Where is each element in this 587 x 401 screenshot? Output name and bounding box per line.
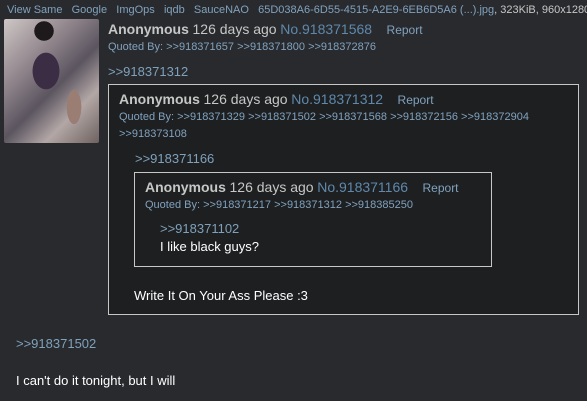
post3-header: Anonymous 126 days ago No.918371166 Repo… [145,179,459,195]
post1-backlink[interactable]: >>918371800 [237,41,305,53]
file-meta: , 323KiB, 960x1280 [494,4,587,16]
post3-quoted-by: Quoted By: >>918371217 >>918371312 >>918… [145,199,413,211]
post3-author: Anonymous [145,179,226,195]
post1-author: Anonymous [108,21,189,37]
post3-date: 126 days ago [229,179,314,195]
post3-message: I like black guys? [160,239,259,254]
post3-backlink[interactable]: >>918371217 [203,199,271,211]
post1-date: 126 days ago [192,21,277,37]
post2-backlink[interactable]: >>918373108 [119,128,187,140]
reply-quote-link[interactable]: >>918371502 [16,336,96,351]
post3-quote-link[interactable]: >>918371102 [160,221,239,236]
post1-quoted-by: Quoted By: >>918371657 >>918371800 >>918… [108,41,376,53]
saucenao-link[interactable]: SauceNAO [194,4,249,16]
view-same-link[interactable]: View Same [7,4,62,16]
post3-report-button[interactable]: Report [423,181,459,195]
nested-quoted-post-box: Anonymous 126 days ago No.918371166 Repo… [134,172,492,267]
post1-report-button[interactable]: Report [387,23,423,37]
post2-quoted-by-cont: >>918373108 [119,128,187,140]
reply-message: I can't do it tonight, but I will [16,373,176,388]
file-info-bar: View Same Google ImgOps iqdb SauceNAO 65… [7,4,587,16]
post3-quoted-label: Quoted By: [145,199,201,211]
post2-quoted-by: Quoted By: >>918371329 >>918371502 >>918… [119,111,529,123]
post3-backlink[interactable]: >>918371312 [274,199,342,211]
file-name-link[interactable]: 65D038A6-6D55-4515-A2E9-6EB6D5A6 (...).j… [258,4,494,16]
post1-backlink[interactable]: >>918372876 [308,41,376,53]
post1-quoted-label: Quoted By: [108,41,164,53]
google-link[interactable]: Google [72,4,107,16]
post2-quote-link[interactable]: >>918371166 [135,151,214,166]
iqdb-link[interactable]: iqdb [164,4,185,16]
post2-backlink[interactable]: >>918372156 [390,111,458,123]
post3-number[interactable]: No.918371166 [317,179,408,195]
imgops-link[interactable]: ImgOps [116,4,155,16]
post2-quoted-label: Quoted By: [119,111,175,123]
post3-backlink[interactable]: >>918385250 [345,199,413,211]
post2-number[interactable]: No.918371312 [291,91,383,107]
post2-backlink[interactable]: >>918371329 [177,111,245,123]
post-thumbnail-image[interactable] [4,19,99,143]
post2-report-button[interactable]: Report [398,93,434,107]
post2-message: Write It On Your Ass Please :3 [134,288,308,303]
post2-backlink[interactable]: >>918371502 [248,111,316,123]
post1-number[interactable]: No.918371568 [280,21,372,37]
post1-quote-link[interactable]: >>918371312 [108,64,188,79]
post2-header: Anonymous 126 days ago No.918371312 Repo… [119,91,434,107]
post1-header: Anonymous 126 days ago No.918371568 Repo… [108,21,423,37]
quoted-post-box: Anonymous 126 days ago No.918371312 Repo… [108,84,579,315]
post1-backlink[interactable]: >>918371657 [166,41,234,53]
post2-backlink[interactable]: >>918371568 [319,111,387,123]
post2-backlink[interactable]: >>918372904 [461,111,529,123]
post2-date: 126 days ago [203,91,288,107]
post2-author: Anonymous [119,91,200,107]
